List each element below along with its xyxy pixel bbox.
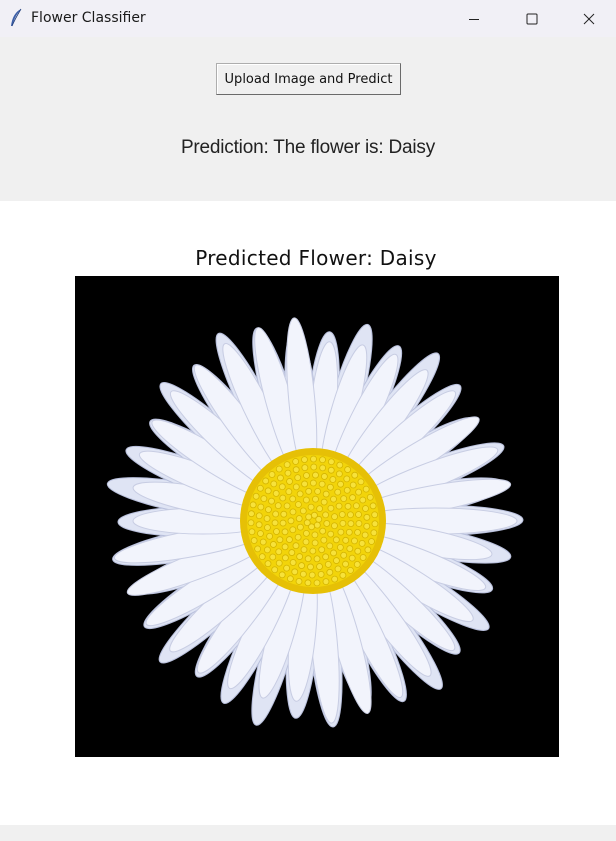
prediction-label: Prediction: The flower is: Daisy <box>180 137 436 158</box>
daisy-image <box>75 276 559 757</box>
close-icon <box>583 13 594 24</box>
minimize-icon <box>469 18 479 20</box>
maximize-button[interactable] <box>503 0 561 37</box>
feather-icon <box>9 8 23 28</box>
title-bar: Flower Classifier <box>0 0 616 37</box>
close-button[interactable] <box>561 0 616 37</box>
controls-panel <box>0 37 616 201</box>
figure-title: Predicted Flower: Daisy <box>195 246 437 270</box>
window-title: Flower Classifier <box>31 10 146 26</box>
upload-image-button[interactable]: Upload Image and Predict <box>216 63 401 95</box>
bottom-strip <box>0 825 616 841</box>
minimize-button[interactable] <box>445 0 503 37</box>
maximize-icon <box>526 13 538 24</box>
